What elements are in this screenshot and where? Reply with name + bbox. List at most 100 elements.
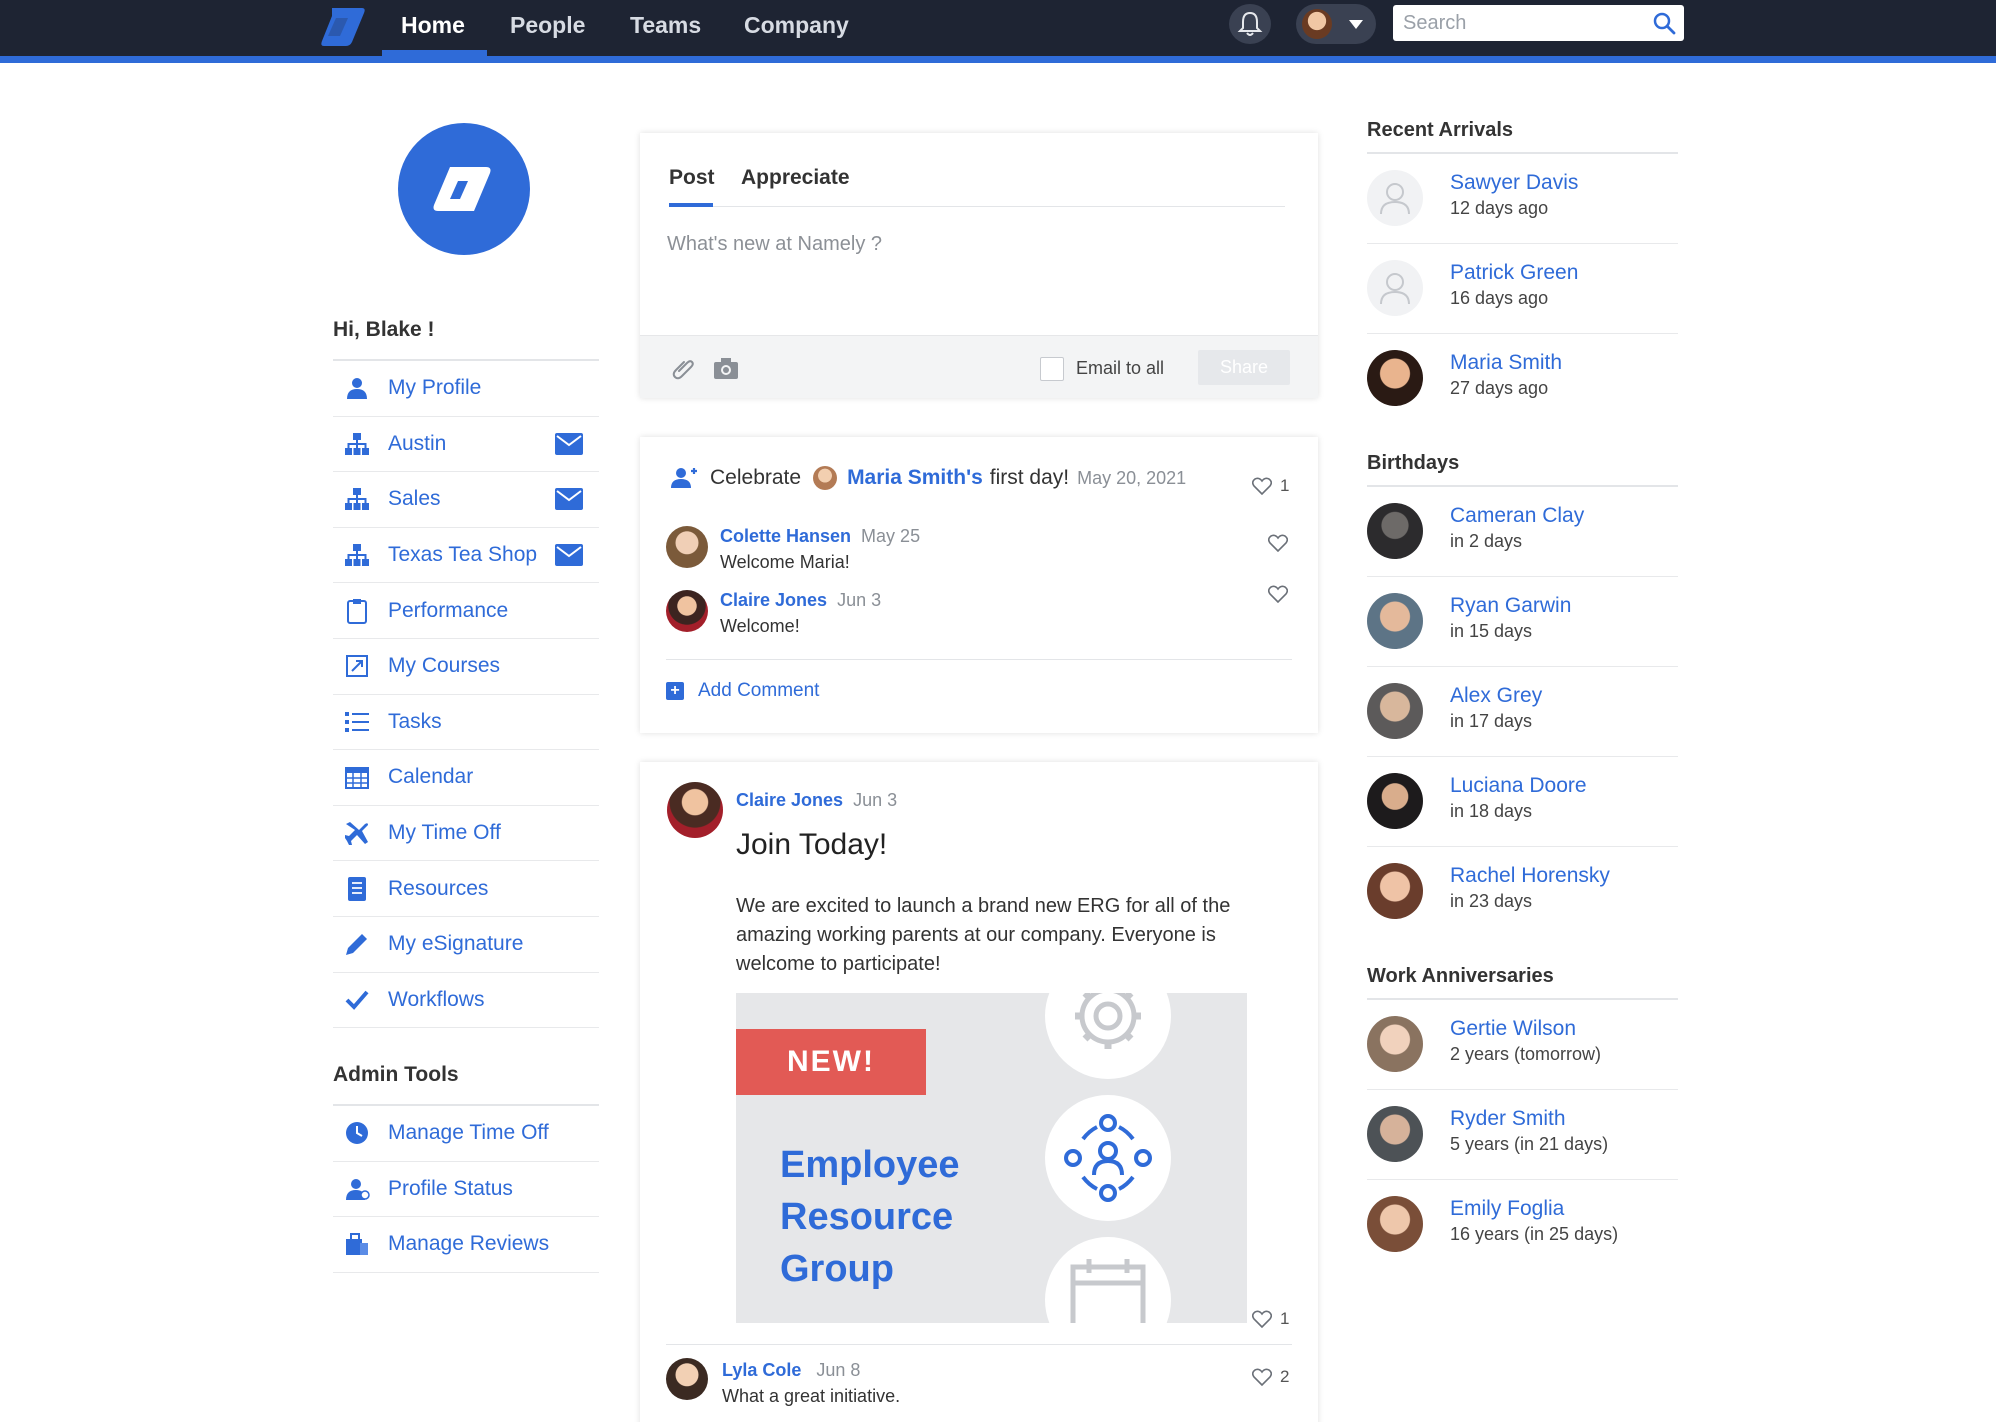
post-date: Jun 3 xyxy=(853,790,898,810)
sidebar-item-my-courses[interactable]: My Courses xyxy=(333,639,599,695)
person-name[interactable]: Emily Foglia xyxy=(1450,1197,1564,1221)
sidebar-item-calendar[interactable]: Calendar xyxy=(333,750,599,806)
person-name[interactable]: Maria Smith xyxy=(1450,351,1562,375)
admin-menu: Manage Time Off Profile Status Manage Re… xyxy=(333,1106,599,1273)
post-author: Claire Jones Jun 3 xyxy=(736,790,897,811)
gear-icon xyxy=(1075,993,1141,1049)
person-name[interactable]: Ryder Smith xyxy=(1450,1107,1566,1131)
person-detail: in 18 days xyxy=(1450,801,1533,821)
heart-icon[interactable] xyxy=(1252,1310,1272,1328)
author-link[interactable]: Claire Jones xyxy=(720,590,827,610)
company-logo[interactable] xyxy=(398,123,530,255)
person-row[interactable]: Emily Foglia 16 years (in 25 days) xyxy=(1367,1180,1678,1270)
heart-icon[interactable] xyxy=(1252,1368,1272,1386)
avatar xyxy=(1367,260,1423,316)
person-detail: 16 days ago xyxy=(1450,288,1549,308)
person-name[interactable]: Ryan Garwin xyxy=(1450,594,1571,618)
sidebar-item-texas-tea-shop[interactable]: Texas Tea Shop xyxy=(333,528,599,584)
search-input[interactable] xyxy=(1393,5,1643,41)
person-name[interactable]: Rachel Horensky xyxy=(1450,864,1610,888)
divider xyxy=(666,1344,1292,1345)
nav-tab-company[interactable]: Company xyxy=(744,0,849,58)
sidebar-item-label: Texas Tea Shop xyxy=(388,543,538,567)
sidebar-item-performance[interactable]: Performance xyxy=(333,583,599,639)
namely-logo[interactable] xyxy=(318,4,368,48)
sidebar-item-workflows[interactable]: Workflows xyxy=(333,973,599,1029)
person-name[interactable]: Sawyer Davis xyxy=(1450,171,1578,195)
sidebar-item-austin[interactable]: Austin xyxy=(333,417,599,473)
person-row[interactable]: Ryder Smith 5 years (in 21 days) xyxy=(1367,1090,1678,1180)
person-row[interactable]: Sawyer Davis 12 days ago xyxy=(1367,154,1678,244)
person-row[interactable]: Alex Grey in 17 days xyxy=(1367,667,1678,757)
sidebar-item-my-esignature[interactable]: My eSignature xyxy=(333,917,599,973)
post-text-input[interactable]: What's new at Namely ? xyxy=(667,233,882,256)
sidebar-item-tasks[interactable]: Tasks xyxy=(333,695,599,751)
celebrated-person-link[interactable]: Maria Smith's xyxy=(847,466,983,490)
author-link[interactable]: Lyla Cole xyxy=(722,1360,801,1380)
mail-icon[interactable] xyxy=(555,432,583,455)
heart-icon[interactable] xyxy=(1268,585,1288,603)
author-link[interactable]: Claire Jones xyxy=(736,790,843,810)
avatar xyxy=(667,782,723,838)
sidebar-item-manage-reviews[interactable]: Manage Reviews xyxy=(333,1217,599,1273)
sidebar-item-manage-time-off[interactable]: Manage Time Off xyxy=(333,1106,599,1162)
erg-announcement-image[interactable]: NEW! Employee Resource Group xyxy=(736,993,1247,1323)
person-detail: 12 days ago xyxy=(1450,198,1549,218)
avatar xyxy=(1367,773,1423,829)
namely-mark-icon xyxy=(433,167,491,211)
heart-icon[interactable] xyxy=(1268,534,1288,552)
nav-tab-people[interactable]: People xyxy=(510,0,585,58)
person-name[interactable]: Cameran Clay xyxy=(1450,504,1584,528)
sidebar-item-label: My Time Off xyxy=(388,821,501,845)
sidebar-item-label: Manage Time Off xyxy=(388,1121,549,1145)
tab-post[interactable]: Post xyxy=(669,166,715,190)
sidebar-item-my-time-off[interactable]: My Time Off xyxy=(333,806,599,862)
person-row[interactable]: Gertie Wilson 2 years (tomorrow) xyxy=(1367,1000,1678,1090)
person-name[interactable]: Alex Grey xyxy=(1450,684,1542,708)
mail-icon[interactable] xyxy=(555,488,583,511)
person-row[interactable]: Luciana Doore in 18 days xyxy=(1367,757,1678,847)
person-detail: 2 years (tomorrow) xyxy=(1450,1044,1602,1064)
avatar xyxy=(1367,1196,1423,1252)
sidebar-item-my-profile[interactable]: My Profile xyxy=(333,361,599,417)
person-detail: 16 years (in 25 days) xyxy=(1450,1224,1619,1244)
sidebar-menu: My Profile Austin Sales Texas Tea Shop P… xyxy=(333,361,599,1029)
person-name[interactable]: Luciana Doore xyxy=(1450,774,1587,798)
camera-icon[interactable] xyxy=(712,354,740,382)
sidebar-item-label: Workflows xyxy=(388,987,485,1011)
sidebar-item-label: Performance xyxy=(388,598,509,622)
person-row[interactable]: Cameran Clay in 2 days xyxy=(1367,487,1678,577)
person-detail: in 15 days xyxy=(1450,621,1533,641)
clock-icon xyxy=(343,1119,371,1147)
nav-accent-stripe xyxy=(0,56,1996,63)
person-row[interactable]: Rachel Horensky in 23 days xyxy=(1367,847,1678,937)
email-to-all-checkbox[interactable] xyxy=(1040,357,1064,381)
reviews-icon xyxy=(343,1230,371,1258)
search-icon[interactable] xyxy=(1652,11,1676,35)
person-row[interactable]: Patrick Green 16 days ago xyxy=(1367,244,1678,334)
share-button[interactable]: Share xyxy=(1198,350,1290,385)
mail-icon[interactable] xyxy=(555,543,583,566)
paperclip-icon[interactable] xyxy=(670,354,698,382)
author-link[interactable]: Colette Hansen xyxy=(720,526,851,546)
person-row[interactable]: Ryan Garwin in 15 days xyxy=(1367,577,1678,667)
birthdays-heading: Birthdays xyxy=(1367,452,1460,474)
sidebar-item-label: Profile Status xyxy=(388,1176,513,1200)
comment-date: Jun 8 xyxy=(816,1360,861,1380)
heart-icon[interactable] xyxy=(1252,477,1272,495)
sidebar-item-profile-status[interactable]: Profile Status xyxy=(333,1162,599,1218)
person-row[interactable]: Maria Smith 27 days ago xyxy=(1367,334,1678,424)
erg-heading: Employee Resource Group xyxy=(780,1139,960,1295)
sidebar-item-label: My Profile xyxy=(388,376,482,400)
sidebar-item-sales[interactable]: Sales xyxy=(333,472,599,528)
tab-appreciate[interactable]: Appreciate xyxy=(741,166,850,190)
avatar xyxy=(1367,170,1423,226)
user-menu-button[interactable] xyxy=(1296,4,1376,44)
like-count: 2 xyxy=(1280,1367,1290,1386)
notifications-button[interactable] xyxy=(1229,4,1271,44)
person-name[interactable]: Patrick Green xyxy=(1450,261,1578,285)
person-name[interactable]: Gertie Wilson xyxy=(1450,1017,1576,1041)
sidebar-item-resources[interactable]: Resources xyxy=(333,861,599,917)
nav-tab-teams[interactable]: Teams xyxy=(630,0,701,58)
add-comment-button[interactable]: + Add Comment xyxy=(666,680,819,702)
